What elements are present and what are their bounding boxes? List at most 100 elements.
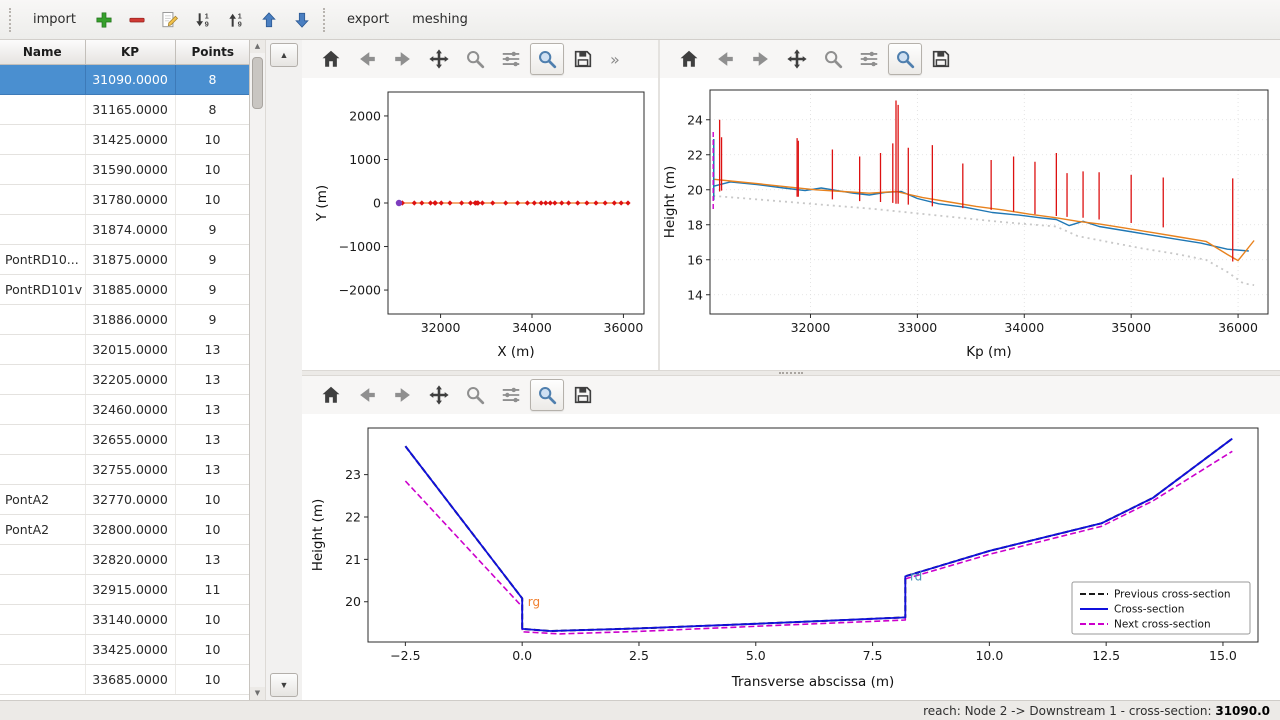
- cell-points[interactable]: 10: [175, 664, 250, 694]
- edit-button[interactable]: [155, 5, 185, 35]
- next-section-button[interactable]: ▼: [270, 673, 298, 697]
- toolbar-handle[interactable]: [9, 8, 13, 32]
- scrollbar-track[interactable]: [250, 53, 265, 687]
- cell-kp[interactable]: 31875.0000: [85, 244, 175, 274]
- cell-name[interactable]: [0, 454, 85, 484]
- column-header-kp[interactable]: KP: [85, 40, 175, 64]
- cell-kp[interactable]: 32770.0000: [85, 484, 175, 514]
- table-row[interactable]: 31165.00008: [0, 94, 250, 124]
- cell-kp[interactable]: 31165.0000: [85, 94, 175, 124]
- toolbar-handle[interactable]: [323, 8, 327, 32]
- cell-kp[interactable]: 32460.0000: [85, 394, 175, 424]
- column-header-name[interactable]: Name: [0, 40, 85, 64]
- export-button[interactable]: export: [337, 7, 399, 32]
- cell-kp[interactable]: 32755.0000: [85, 454, 175, 484]
- cell-name[interactable]: [0, 364, 85, 394]
- cell-name[interactable]: [0, 604, 85, 634]
- cell-name[interactable]: [0, 154, 85, 184]
- column-header-points[interactable]: Points: [175, 40, 250, 64]
- zoom-button[interactable]: [458, 379, 492, 411]
- save-button[interactable]: [924, 43, 958, 75]
- table-row[interactable]: 32460.000013: [0, 394, 250, 424]
- cell-points[interactable]: 10: [175, 634, 250, 664]
- meshing-button[interactable]: meshing: [402, 7, 478, 32]
- save-button[interactable]: [566, 43, 600, 75]
- cell-kp[interactable]: 33140.0000: [85, 604, 175, 634]
- cell-points[interactable]: 13: [175, 334, 250, 364]
- cell-name[interactable]: [0, 424, 85, 454]
- cell-points[interactable]: 10: [175, 484, 250, 514]
- back-button[interactable]: [350, 43, 384, 75]
- cell-kp[interactable]: 31090.0000: [85, 64, 175, 94]
- table-row[interactable]: 32755.000013: [0, 454, 250, 484]
- home-button[interactable]: [672, 43, 706, 75]
- cell-points[interactable]: 10: [175, 184, 250, 214]
- customize-button[interactable]: [530, 379, 564, 411]
- cell-points[interactable]: 9: [175, 244, 250, 274]
- cell-name[interactable]: [0, 634, 85, 664]
- plan-chart[interactable]: 320003400036000−2000−1000010002000X (m)Y…: [302, 78, 658, 370]
- cell-name[interactable]: [0, 394, 85, 424]
- profile-chart[interactable]: 3200033000340003500036000141618202224Kp …: [660, 78, 1280, 370]
- cell-points[interactable]: 10: [175, 604, 250, 634]
- home-button[interactable]: [314, 43, 348, 75]
- table-row[interactable]: 31886.00009: [0, 304, 250, 334]
- table-row[interactable]: 33140.000010: [0, 604, 250, 634]
- table-scrollbar[interactable]: ▲ ▼: [250, 40, 266, 700]
- cell-points[interactable]: 10: [175, 154, 250, 184]
- pan-button[interactable]: [422, 43, 456, 75]
- cell-kp[interactable]: 33685.0000: [85, 664, 175, 694]
- cell-name[interactable]: PontA2: [0, 514, 85, 544]
- table-row[interactable]: 32915.000011: [0, 574, 250, 604]
- cell-points[interactable]: 13: [175, 424, 250, 454]
- back-button[interactable]: [350, 379, 384, 411]
- chart-canvas[interactable]: 320003400036000−2000−1000010002000X (m)Y…: [302, 78, 658, 370]
- zoom-button[interactable]: [458, 43, 492, 75]
- cell-name[interactable]: [0, 214, 85, 244]
- table-row[interactable]: 31780.000010: [0, 184, 250, 214]
- cell-name[interactable]: PontRD101v: [0, 274, 85, 304]
- cross-section-chart[interactable]: rgrd−2.50.02.55.07.510.012.515.020212223…: [302, 414, 1280, 700]
- import-button[interactable]: import: [23, 7, 86, 32]
- previous-section-button[interactable]: ▲: [270, 43, 298, 67]
- table-row[interactable]: PontA232800.000010: [0, 514, 250, 544]
- cell-points[interactable]: 9: [175, 214, 250, 244]
- cell-kp[interactable]: 32915.0000: [85, 574, 175, 604]
- cell-kp[interactable]: 31885.0000: [85, 274, 175, 304]
- forward-button[interactable]: [386, 43, 420, 75]
- sort-descending-button[interactable]: [188, 5, 218, 35]
- cell-name[interactable]: [0, 574, 85, 604]
- table-row[interactable]: PontRD10...31875.00009: [0, 244, 250, 274]
- add-cross-section-button[interactable]: [89, 5, 119, 35]
- cell-kp[interactable]: 32205.0000: [85, 364, 175, 394]
- table-row[interactable]: 32655.000013: [0, 424, 250, 454]
- cell-name[interactable]: [0, 94, 85, 124]
- table-row[interactable]: 32205.000013: [0, 364, 250, 394]
- cell-points[interactable]: 10: [175, 514, 250, 544]
- chart-canvas[interactable]: rgrd−2.50.02.55.07.510.012.515.020212223…: [302, 414, 1280, 700]
- cell-kp[interactable]: 31425.0000: [85, 124, 175, 154]
- cell-points[interactable]: 13: [175, 364, 250, 394]
- cell-points[interactable]: 8: [175, 64, 250, 94]
- remove-cross-section-button[interactable]: [122, 5, 152, 35]
- move-up-button[interactable]: [254, 5, 284, 35]
- horizontal-splitter[interactable]: [302, 370, 1280, 376]
- cell-kp[interactable]: 32800.0000: [85, 514, 175, 544]
- pan-button[interactable]: [422, 379, 456, 411]
- pan-button[interactable]: [780, 43, 814, 75]
- scrollbar-down-arrow-icon[interactable]: ▼: [250, 687, 265, 700]
- table-row[interactable]: 31874.00009: [0, 214, 250, 244]
- cell-name[interactable]: [0, 664, 85, 694]
- move-down-button[interactable]: [287, 5, 317, 35]
- cell-name[interactable]: PontRD10...: [0, 244, 85, 274]
- customize-button[interactable]: [888, 43, 922, 75]
- zoom-button[interactable]: [816, 43, 850, 75]
- cell-points[interactable]: 9: [175, 304, 250, 334]
- customize-button[interactable]: [530, 43, 564, 75]
- save-button[interactable]: [566, 379, 600, 411]
- toolbar-overflow-chevron[interactable]: »: [610, 50, 620, 69]
- cell-kp[interactable]: 31886.0000: [85, 304, 175, 334]
- cell-kp[interactable]: 33425.0000: [85, 634, 175, 664]
- cell-kp[interactable]: 32015.0000: [85, 334, 175, 364]
- cell-name[interactable]: [0, 304, 85, 334]
